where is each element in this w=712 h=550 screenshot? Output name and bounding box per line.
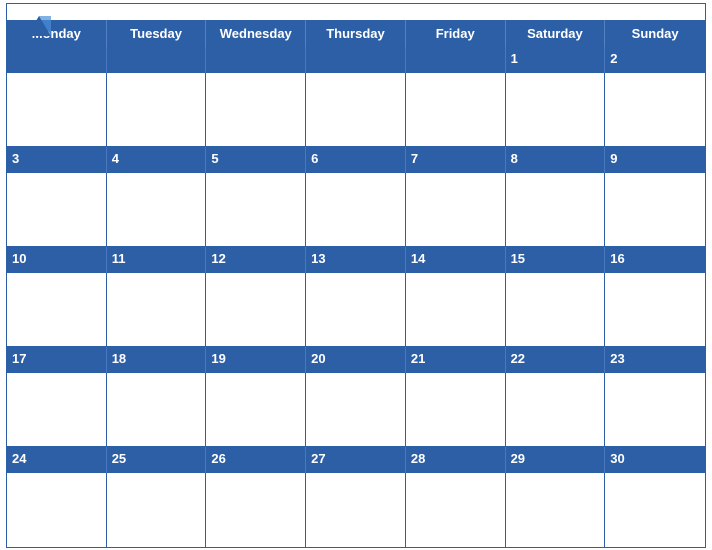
day-cell bbox=[406, 173, 506, 247]
day-cell bbox=[506, 373, 606, 447]
week-num-cell: 13 bbox=[306, 247, 406, 273]
week-days-row-4 bbox=[7, 373, 705, 447]
week-num-cell bbox=[406, 47, 506, 73]
week-number-row-5: 24252627282930 bbox=[7, 447, 705, 473]
week-num-cell: 3 bbox=[7, 147, 107, 173]
day-cell bbox=[7, 473, 107, 547]
day-cell bbox=[306, 273, 406, 347]
day-cell bbox=[7, 73, 107, 147]
logo-icon bbox=[23, 12, 55, 40]
day-header-friday: Friday bbox=[406, 20, 506, 47]
week-num-cell: 12 bbox=[206, 247, 306, 273]
day-cell bbox=[605, 173, 705, 247]
day-cell bbox=[7, 373, 107, 447]
week-num-cell: 4 bbox=[107, 147, 207, 173]
week-num-cell: 17 bbox=[7, 347, 107, 373]
day-header-saturday: Saturday bbox=[506, 20, 606, 47]
week-num-cell: 25 bbox=[107, 447, 207, 473]
week-num-cell bbox=[206, 47, 306, 73]
week-num-cell: 24 bbox=[7, 447, 107, 473]
calendar: Monday Tuesday Wednesday Thursday Friday… bbox=[6, 3, 706, 548]
day-cell bbox=[306, 173, 406, 247]
week-num-cell: 14 bbox=[406, 247, 506, 273]
week-num-cell: 30 bbox=[605, 447, 705, 473]
day-cell bbox=[406, 273, 506, 347]
week-num-cell: 23 bbox=[605, 347, 705, 373]
day-cell bbox=[107, 373, 207, 447]
day-cell bbox=[306, 473, 406, 547]
day-cell bbox=[605, 373, 705, 447]
week-num-cell: 10 bbox=[7, 247, 107, 273]
week-num-cell: 8 bbox=[506, 147, 606, 173]
day-cell bbox=[7, 173, 107, 247]
day-cell bbox=[605, 73, 705, 147]
week-num-cell: 11 bbox=[107, 247, 207, 273]
week-num-cell: 16 bbox=[605, 247, 705, 273]
day-cell bbox=[306, 373, 406, 447]
week-num-cell: 5 bbox=[206, 147, 306, 173]
day-header-wednesday: Wednesday bbox=[206, 20, 306, 47]
week-num-cell: 27 bbox=[306, 447, 406, 473]
day-header-tuesday: Tuesday bbox=[107, 20, 207, 47]
day-cell bbox=[506, 473, 606, 547]
day-cell bbox=[306, 73, 406, 147]
day-cell bbox=[206, 73, 306, 147]
week-number-row-3: 10111213141516 bbox=[7, 247, 705, 273]
week-num-cell: 9 bbox=[605, 147, 705, 173]
day-cell bbox=[107, 173, 207, 247]
day-cell bbox=[406, 73, 506, 147]
day-cell bbox=[107, 473, 207, 547]
day-headers-row: Monday Tuesday Wednesday Thursday Friday… bbox=[7, 20, 705, 47]
week-days-row-1 bbox=[7, 73, 705, 147]
day-header-sunday: Sunday bbox=[605, 20, 705, 47]
day-cell bbox=[206, 273, 306, 347]
week-num-cell: 28 bbox=[406, 447, 506, 473]
week-num-cell: 22 bbox=[506, 347, 606, 373]
week-num-cell: 6 bbox=[306, 147, 406, 173]
day-cell bbox=[605, 473, 705, 547]
day-cell bbox=[7, 273, 107, 347]
week-num-cell bbox=[107, 47, 207, 73]
day-cell bbox=[406, 473, 506, 547]
logo-area bbox=[23, 12, 57, 40]
week-num-cell: 7 bbox=[406, 147, 506, 173]
week-days-row-3 bbox=[7, 273, 705, 347]
week-num-cell: 20 bbox=[306, 347, 406, 373]
week-days-row-5 bbox=[7, 473, 705, 547]
week-num-cell: 2 bbox=[605, 47, 705, 73]
week-num-cell: 15 bbox=[506, 247, 606, 273]
day-cell bbox=[506, 273, 606, 347]
day-cell bbox=[206, 373, 306, 447]
day-cell bbox=[206, 473, 306, 547]
week-num-cell bbox=[7, 47, 107, 73]
week-number-row-4: 17181920212223 bbox=[7, 347, 705, 373]
day-cell bbox=[406, 373, 506, 447]
calendar-grid: 1234567891011121314151617181920212223242… bbox=[7, 47, 705, 547]
week-number-row-1: 12 bbox=[7, 47, 705, 73]
day-cell bbox=[107, 73, 207, 147]
week-num-cell bbox=[306, 47, 406, 73]
day-cell bbox=[506, 173, 606, 247]
week-num-cell: 1 bbox=[506, 47, 606, 73]
day-cell bbox=[506, 73, 606, 147]
week-num-cell: 29 bbox=[506, 447, 606, 473]
day-header-thursday: Thursday bbox=[306, 20, 406, 47]
calendar-header bbox=[7, 4, 705, 20]
week-num-cell: 18 bbox=[107, 347, 207, 373]
day-cell bbox=[107, 273, 207, 347]
week-days-row-2 bbox=[7, 173, 705, 247]
day-cell bbox=[206, 173, 306, 247]
week-num-cell: 19 bbox=[206, 347, 306, 373]
day-cell bbox=[605, 273, 705, 347]
week-num-cell: 21 bbox=[406, 347, 506, 373]
week-number-row-2: 3456789 bbox=[7, 147, 705, 173]
week-num-cell: 26 bbox=[206, 447, 306, 473]
